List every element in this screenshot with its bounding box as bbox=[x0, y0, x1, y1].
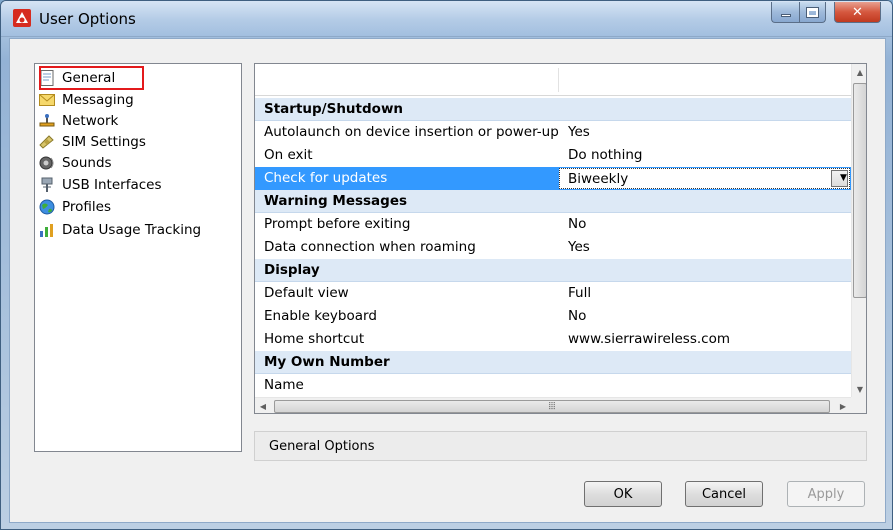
cancel-button[interactable]: Cancel bbox=[685, 481, 763, 507]
user-options-window: User Options ✕ General Messaging Network… bbox=[0, 0, 893, 530]
property-name: On exit bbox=[264, 147, 313, 163]
property-row[interactable]: Name bbox=[255, 374, 851, 397]
sidebar-item-label: USB Interfaces bbox=[62, 177, 162, 193]
sidebar-item-label: Data Usage Tracking bbox=[62, 222, 202, 238]
envelope-icon bbox=[39, 92, 55, 108]
network-icon bbox=[39, 113, 55, 129]
category-label: Startup/Shutdown bbox=[264, 101, 404, 117]
description-panel: General Options bbox=[254, 431, 867, 461]
ok-button[interactable]: OK bbox=[584, 481, 662, 507]
property-name: Data connection when roaming bbox=[264, 239, 476, 255]
property-row[interactable]: Prompt before exiting No bbox=[255, 213, 851, 236]
scroll-left-button[interactable]: ◀ bbox=[255, 398, 271, 413]
sierra-app-icon bbox=[13, 9, 31, 27]
dialog-body: General Messaging Network SIM Settings S… bbox=[9, 38, 886, 523]
sidebar-item-network[interactable]: Network bbox=[39, 111, 118, 131]
chevron-down-icon: ▼ bbox=[856, 384, 864, 394]
category-row-warning-messages[interactable]: Warning Messages bbox=[255, 190, 851, 213]
globe-icon bbox=[39, 199, 55, 215]
speaker-icon bbox=[39, 155, 55, 171]
grip-icon: ⦙⦙⦙ bbox=[548, 401, 556, 412]
column-divider[interactable] bbox=[558, 68, 559, 92]
check-for-updates-select[interactable]: Biweekly ▼ bbox=[559, 168, 850, 189]
close-button[interactable]: ✕ bbox=[834, 2, 881, 23]
sidebar-item-label: Messaging bbox=[62, 92, 134, 108]
chevron-up-icon: ▲ bbox=[856, 67, 864, 77]
maximize-button[interactable] bbox=[799, 2, 826, 23]
property-value[interactable]: www.sierrawireless.com bbox=[568, 331, 730, 347]
vertical-scrollbar[interactable]: ▲ ▼ bbox=[851, 64, 866, 397]
title-bar[interactable]: User Options ✕ bbox=[1, 1, 892, 37]
grid-header bbox=[255, 64, 851, 96]
property-value[interactable]: Yes bbox=[568, 239, 590, 255]
property-value[interactable]: Yes bbox=[568, 124, 590, 140]
scroll-right-button[interactable]: ▶ bbox=[835, 398, 851, 413]
property-row[interactable]: Enable keyboard No bbox=[255, 305, 851, 328]
sidebar-item-label: General bbox=[62, 70, 116, 86]
property-row-selected[interactable]: Check for updates Biweekly ▼ bbox=[255, 167, 851, 190]
property-value[interactable]: No bbox=[568, 308, 586, 324]
category-row-my-own-number[interactable]: My Own Number bbox=[255, 351, 851, 374]
chart-icon bbox=[39, 222, 55, 238]
close-icon: ✕ bbox=[852, 4, 863, 20]
usb-icon bbox=[39, 177, 55, 193]
category-label: Display bbox=[264, 262, 320, 278]
property-rows: Startup/Shutdown Autolaunch on device in… bbox=[255, 98, 851, 397]
category-label: My Own Number bbox=[264, 354, 390, 370]
category-label: Warning Messages bbox=[264, 193, 408, 209]
sidebar-item-usb-interfaces[interactable]: USB Interfaces bbox=[39, 175, 161, 195]
property-name: Autolaunch on device insertion or power-… bbox=[264, 124, 559, 140]
sidebar-item-general[interactable]: General bbox=[39, 66, 144, 90]
property-row[interactable]: Home shortcut www.sierrawireless.com bbox=[255, 328, 851, 351]
property-row[interactable]: On exit Do nothing bbox=[255, 144, 851, 167]
sidebar-item-label: Profiles bbox=[62, 199, 112, 215]
page-icon bbox=[39, 70, 55, 86]
scroll-down-button[interactable]: ▼ bbox=[852, 381, 866, 397]
chevron-right-icon: ▶ bbox=[839, 401, 847, 411]
window-title: User Options bbox=[39, 10, 136, 28]
sidebar-item-sounds[interactable]: Sounds bbox=[39, 153, 112, 173]
property-value[interactable]: Do nothing bbox=[568, 147, 643, 163]
sidebar-item-label: Network bbox=[62, 113, 119, 129]
property-name: Enable keyboard bbox=[264, 308, 377, 324]
chevron-down-icon: ▼ bbox=[840, 173, 847, 183]
minimize-button[interactable] bbox=[771, 2, 799, 23]
property-value[interactable]: Full bbox=[568, 285, 591, 301]
property-name: Name bbox=[264, 377, 304, 393]
sidebar-item-messaging[interactable]: Messaging bbox=[39, 90, 134, 110]
sidebar-item-label: Sounds bbox=[62, 155, 112, 171]
sidebar-item-sim-settings[interactable]: SIM Settings bbox=[39, 132, 146, 152]
apply-button[interactable]: Apply bbox=[787, 481, 865, 507]
property-row[interactable]: Autolaunch on device insertion or power-… bbox=[255, 121, 851, 144]
category-row-display[interactable]: Display bbox=[255, 259, 851, 282]
property-row[interactable]: Data connection when roaming Yes bbox=[255, 236, 851, 259]
scrollbar-corner bbox=[851, 397, 866, 413]
horizontal-scroll-thumb[interactable]: ⦙⦙⦙ bbox=[274, 400, 830, 413]
dropdown-button[interactable]: ▼ bbox=[831, 170, 848, 187]
sidebar-item-label: SIM Settings bbox=[62, 134, 146, 150]
property-value[interactable]: No bbox=[568, 216, 586, 232]
options-category-list[interactable]: General Messaging Network SIM Settings S… bbox=[34, 63, 242, 452]
property-name: Check for updates bbox=[264, 170, 388, 186]
property-name: Default view bbox=[264, 285, 349, 301]
property-name: Home shortcut bbox=[264, 331, 365, 347]
vertical-scroll-thumb[interactable] bbox=[853, 83, 866, 298]
sim-card-icon bbox=[39, 134, 55, 150]
horizontal-scrollbar[interactable]: ◀ ⦙⦙⦙ ▶ bbox=[255, 397, 851, 413]
property-value: Biweekly bbox=[568, 171, 629, 187]
property-grid[interactable]: Startup/Shutdown Autolaunch on device in… bbox=[254, 63, 867, 414]
scroll-up-button[interactable]: ▲ bbox=[852, 64, 866, 80]
sidebar-item-data-usage-tracking[interactable]: Data Usage Tracking bbox=[39, 220, 201, 240]
minimize-icon bbox=[780, 14, 791, 17]
property-row[interactable]: Default view Full bbox=[255, 282, 851, 305]
maximize-icon bbox=[807, 7, 818, 17]
sidebar-item-profiles[interactable]: Profiles bbox=[39, 197, 111, 217]
category-row-startup-shutdown[interactable]: Startup/Shutdown bbox=[255, 98, 851, 121]
property-name: Prompt before exiting bbox=[264, 216, 411, 232]
description-text: General Options bbox=[269, 439, 375, 454]
chevron-left-icon: ◀ bbox=[259, 401, 267, 411]
